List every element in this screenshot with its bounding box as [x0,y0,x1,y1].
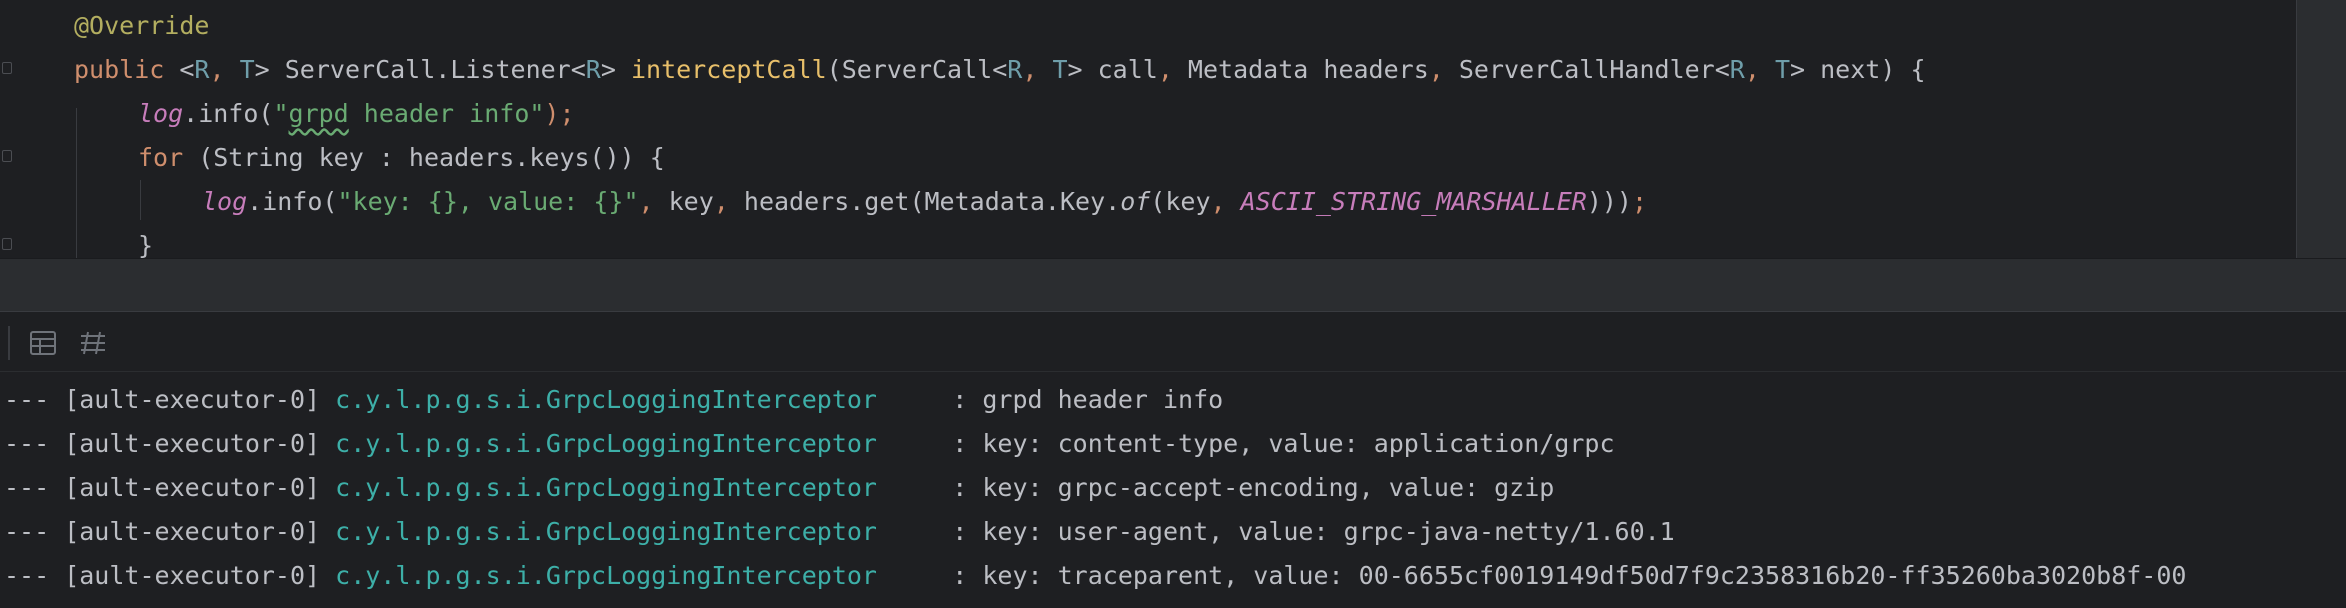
static-field-token: ASCII_STRING_MARSHALLER [1240,187,1587,216]
console-output[interactable]: --- [ault-executor-0] c.y.l.p.g.s.i.Grpc… [0,372,2346,608]
code-token: > [600,55,631,84]
filter-settings-icon[interactable] [78,328,108,358]
fold-marker-icon[interactable] [2,238,12,250]
code-line-1: @Override [74,6,209,46]
code-editor[interactable]: @Override public <R, T> ServerCall.Liste… [0,0,2346,258]
code-token: > call [1067,55,1158,84]
type-param-token: R [1729,55,1745,84]
code-token: ))) [1586,187,1632,216]
punct-token: , [1022,55,1053,84]
static-field-token: log [138,99,184,128]
type-param-token: T [239,55,255,84]
method-name-token: interceptCall [630,55,827,84]
string-token: header info" [348,99,545,128]
code-token: < [164,55,195,84]
code-line-3: log.info("grpd header info"); [138,94,575,134]
log-thread: --- [ault-executor-0] [4,561,336,590]
editor-scrollbar[interactable] [2296,0,2346,258]
log-logger-name[interactable]: c.y.l.p.g.s.i.GrpcLoggingInterceptor [335,517,877,546]
log-message: : key: user-agent, value: grpc-java-nett… [877,517,1675,546]
string-token: "key: {}, value: {}" [337,187,639,216]
log-message: : grpd header info [877,385,1224,414]
log-thread: --- [ault-executor-0] [4,517,336,546]
indent-guide [76,108,77,258]
panel-splitter[interactable] [0,258,2346,312]
code-line-6: } [138,226,153,258]
code-token: > ServerCall.Listener< [254,55,586,84]
punct-token: , [1157,55,1173,84]
type-param-token: T [1774,55,1791,84]
log-message: : key: traceparent, value: 00-6655cf0019… [877,561,2187,590]
code-token: (String key : headers.keys()) { [183,143,665,172]
code-line-4: for (String key : headers.keys()) { [138,138,665,178]
log-logger-name[interactable]: c.y.l.p.g.s.i.GrpcLoggingInterceptor [335,429,877,458]
code-line-2: public <R, T> ServerCall.Listener<R> int… [74,50,1926,90]
static-method-token: of [1120,187,1151,216]
type-param-token: T [1052,55,1068,84]
punct-token: ); [544,99,575,128]
type-param-token: R [1007,55,1023,84]
fold-marker-icon[interactable] [2,62,12,74]
keyword-token: for [138,143,184,172]
string-token: " [273,99,289,128]
code-token: .info( [183,99,274,128]
type-param-token: R [194,55,210,84]
punct-token: , [1744,55,1775,84]
log-message: : key: content-type, value: application/… [877,429,1615,458]
punct-token: , [209,55,240,84]
annotation-token: @Override [74,11,210,40]
log-thread: --- [ault-executor-0] [4,429,336,458]
punct-token: , [713,187,729,216]
table-icon[interactable] [28,328,58,358]
fold-marker-icon[interactable] [2,150,12,162]
log-line: --- [ault-executor-0] c.y.l.p.g.s.i.Grpc… [4,554,2186,598]
punct-token: , [1428,55,1444,84]
log-thread: --- [ault-executor-0] [4,385,336,414]
punct-token: , [1210,187,1241,216]
log-line: --- [ault-executor-0] c.y.l.p.g.s.i.Grpc… [4,466,1554,510]
code-token: key [653,187,714,216]
toolbar-separator [8,326,10,360]
typo-underline-token: grpd [288,99,349,128]
punct-token: ; [1631,187,1648,216]
code-token: ServerCallHandler< [1443,55,1730,84]
code-token: headers.get(Metadata.Key. [728,187,1121,216]
code-line-5: log.info("key: {}, value: {}", key, head… [202,182,1647,222]
punct-token: , [638,187,654,216]
log-logger-name[interactable]: c.y.l.p.g.s.i.GrpcLoggingInterceptor [335,473,877,502]
log-line: --- [ault-executor-0] c.y.l.p.g.s.i.Grpc… [4,510,1675,554]
log-logger-name[interactable]: c.y.l.p.g.s.i.GrpcLoggingInterceptor [335,385,877,414]
code-token: (key [1150,187,1211,216]
editor-gutter [0,0,20,258]
static-field-token: log [202,187,248,216]
code-token: .info( [247,187,338,216]
log-thread: --- [ault-executor-0] [4,473,336,502]
log-logger-name[interactable]: c.y.l.p.g.s.i.GrpcLoggingInterceptor [335,561,877,590]
code-token: > next) { [1790,55,1926,84]
log-line: --- [ault-executor-0] c.y.l.p.g.s.i.Grpc… [4,422,1615,466]
code-token: Metadata headers [1172,55,1429,84]
console-toolbar [0,312,2346,372]
code-token: } [138,231,154,258]
keyword-token: public [74,55,165,84]
log-line: --- [ault-executor-0] c.y.l.p.g.s.i.Grpc… [4,378,1223,422]
indent-guide [140,180,141,220]
code-token: (ServerCall< [826,55,1008,84]
log-message: : key: grpc-accept-encoding, value: gzip [877,473,1555,502]
type-param-token: R [585,55,601,84]
